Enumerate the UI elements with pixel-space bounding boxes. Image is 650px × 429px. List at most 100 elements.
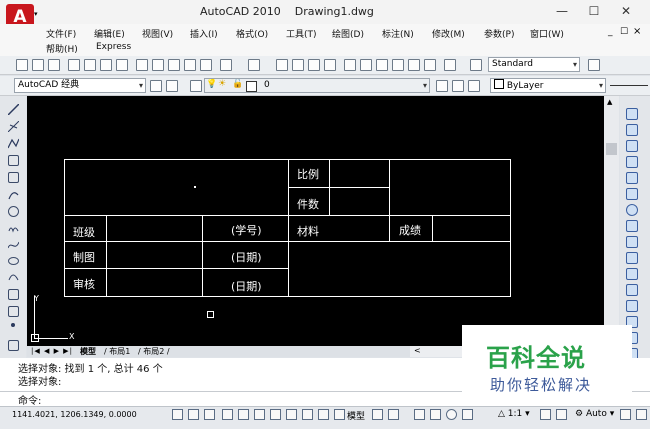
3d-dwf-icon[interactable] (116, 59, 128, 71)
ellipse-arc-icon[interactable] (8, 272, 19, 283)
scroll-left-icon[interactable]: < (414, 346, 421, 355)
workspace-switching-button[interactable]: ⚙ Auto ▾ (575, 409, 614, 419)
auto-scale-icon[interactable] (556, 409, 567, 420)
new-file-icon[interactable] (16, 59, 28, 71)
menu-draw[interactable]: 绘图(D) (332, 27, 364, 40)
block-editor-icon[interactable] (200, 59, 212, 71)
polar-tracking-icon[interactable] (238, 409, 249, 420)
menu-view[interactable]: 视图(V) (142, 27, 173, 40)
menu-express[interactable]: Express (96, 42, 131, 52)
dynamic-ucs-icon[interactable] (286, 409, 297, 420)
minimize-button[interactable]: — (548, 2, 576, 20)
copy-icon[interactable] (152, 59, 164, 71)
layer-states-icon[interactable] (468, 80, 480, 92)
menu-window[interactable]: 窗口(W) (530, 27, 564, 40)
tab-layout2[interactable]: / 布局2 / (138, 346, 170, 357)
menu-edit[interactable]: 编辑(E) (94, 27, 125, 40)
text-style-icon[interactable] (470, 59, 482, 71)
menu-help[interactable]: 帮助(H) (46, 42, 78, 55)
move-icon[interactable] (626, 188, 638, 200)
paste-icon[interactable] (168, 59, 180, 71)
linetype-control[interactable] (610, 85, 648, 86)
scale-icon[interactable] (626, 220, 638, 232)
zoom-realtime-icon[interactable] (292, 59, 304, 71)
showmotion-icon[interactable] (462, 409, 473, 420)
zoom-window-icon[interactable] (308, 59, 320, 71)
line-tool-icon[interactable] (7, 103, 20, 116)
pan-status-icon[interactable] (414, 409, 425, 420)
object-snap-icon[interactable] (254, 409, 265, 420)
menu-dimension[interactable]: 标注(N) (382, 27, 414, 40)
revision-cloud-icon[interactable] (8, 223, 19, 234)
markup-icon[interactable] (408, 59, 420, 71)
doc-close-button[interactable]: × (633, 26, 641, 37)
model-space-button[interactable]: 模型 (347, 409, 365, 422)
object-snap-tracking-icon[interactable] (270, 409, 281, 420)
quickcalc-icon[interactable] (424, 59, 436, 71)
insert-block-icon[interactable] (8, 289, 19, 300)
maximize-button[interactable]: ☐ (580, 2, 608, 20)
polyline-tool-icon[interactable] (7, 138, 20, 149)
grid-display-icon[interactable] (204, 409, 215, 420)
text-style-select[interactable]: Standard ▾ (488, 57, 580, 72)
tab-navigation-arrows-icon[interactable]: |◀ ◀ ▶ ▶| (31, 347, 73, 355)
clean-screen-icon[interactable] (636, 409, 647, 420)
open-file-icon[interactable] (32, 59, 44, 71)
tool-palettes-icon[interactable] (376, 59, 388, 71)
spline-tool-icon[interactable] (7, 240, 20, 251)
menu-parameters[interactable]: 参数(P) (484, 27, 514, 40)
vertical-scroll-thumb[interactable] (606, 143, 617, 155)
stretch-icon[interactable] (626, 236, 638, 248)
rotate-icon[interactable] (626, 204, 638, 216)
break-icon[interactable] (626, 300, 638, 312)
zoom-previous-icon[interactable] (324, 59, 336, 71)
tab-model[interactable]: 模型 (80, 346, 96, 357)
tab-layout1[interactable]: / 布局1 (104, 346, 130, 357)
color-control-select[interactable]: ByLayer ▾ (490, 78, 606, 93)
toolbar-lock-icon[interactable] (620, 409, 631, 420)
drawing-canvas[interactable]: 比例 件数 班级 (学号) 材料 成绩 制图 (日期) 审核 (日期) Y X (27, 96, 604, 346)
arc-tool-icon[interactable] (8, 189, 19, 200)
quick-view-layouts-icon[interactable] (372, 409, 383, 420)
hatch-tool-icon[interactable] (8, 340, 19, 351)
copy-object-icon[interactable] (626, 124, 638, 136)
dimension-style-icon[interactable] (588, 59, 600, 71)
menu-format[interactable]: 格式(O) (236, 27, 268, 40)
match-properties-icon[interactable] (184, 59, 196, 71)
rectangle-tool-icon[interactable] (8, 172, 19, 183)
cursor-coordinates[interactable]: 1141.4021, 1206.1349, 0.0000 (12, 410, 137, 419)
point-tool-icon[interactable] (11, 323, 15, 327)
app-menu-dropdown-icon[interactable]: ▾ (34, 10, 38, 18)
menu-tools[interactable]: 工具(T) (286, 27, 317, 40)
doc-minimize-button[interactable]: _ (608, 27, 613, 37)
zoom-status-icon[interactable] (430, 409, 441, 420)
erase-icon[interactable] (626, 108, 638, 120)
circle-tool-icon[interactable] (8, 206, 19, 217)
print-icon[interactable] (68, 59, 80, 71)
workspace-icon[interactable] (166, 80, 178, 92)
layer-previous-icon[interactable] (452, 80, 464, 92)
break-at-point-icon[interactable] (626, 284, 638, 296)
undo-icon[interactable] (220, 59, 232, 71)
mirror-icon[interactable] (626, 140, 638, 152)
dynamic-input-icon[interactable] (302, 409, 313, 420)
workspace-settings-icon[interactable] (150, 80, 162, 92)
design-center-icon[interactable] (360, 59, 372, 71)
menu-modify[interactable]: 修改(M) (432, 27, 465, 40)
quick-view-drawings-icon[interactable] (388, 409, 399, 420)
save-icon[interactable] (48, 59, 60, 71)
menu-insert[interactable]: 插入(I) (190, 27, 218, 40)
lineweight-icon[interactable] (318, 409, 329, 420)
extend-icon[interactable] (626, 268, 638, 280)
array-icon[interactable] (626, 172, 638, 184)
make-current-layer-icon[interactable] (436, 80, 448, 92)
pan-icon[interactable] (276, 59, 288, 71)
steering-wheel-icon[interactable] (446, 409, 457, 420)
publish-icon[interactable] (100, 59, 112, 71)
print-preview-icon[interactable] (84, 59, 96, 71)
doc-restore-button[interactable]: ☐ (620, 27, 628, 37)
layer-select[interactable]: 0 ▾ (204, 78, 430, 93)
quick-properties-icon[interactable] (334, 409, 345, 420)
cut-icon[interactable] (136, 59, 148, 71)
trim-icon[interactable] (626, 252, 638, 264)
